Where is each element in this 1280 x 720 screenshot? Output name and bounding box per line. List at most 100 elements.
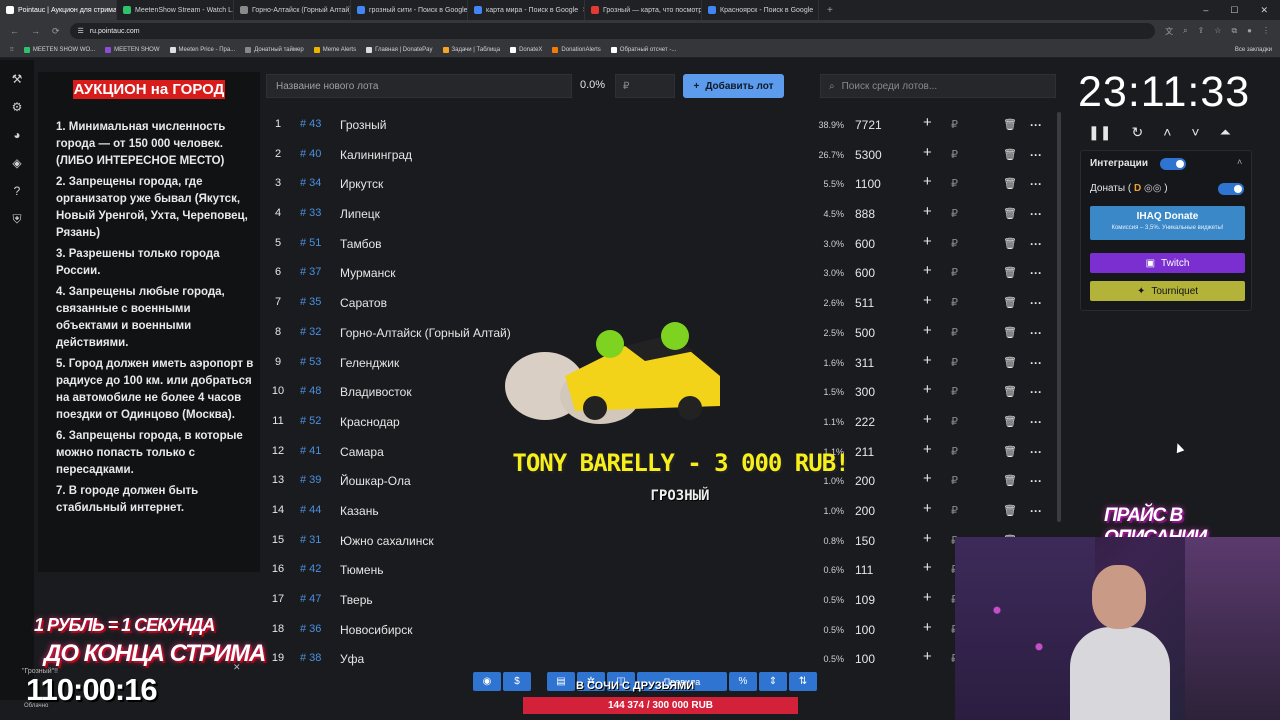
chevron-up-icon[interactable]: ˄ — [1163, 124, 1171, 141]
double-chevron-up-icon[interactable]: ⏶ — [1220, 124, 1231, 141]
lot-name[interactable]: Самара — [340, 445, 384, 459]
add-amount-icon[interactable]: + — [923, 500, 932, 517]
lot-amount[interactable]: 109 — [855, 593, 875, 607]
delete-icon[interactable]: 🗑 — [1003, 118, 1017, 131]
lot-amount[interactable]: 1100 — [855, 177, 881, 191]
add-amount-icon[interactable]: + — [923, 144, 932, 161]
bookmark-item[interactable]: Задачи | Таблица — [442, 46, 500, 53]
delete-icon[interactable]: 🗑 — [1003, 266, 1017, 279]
delete-icon[interactable]: 🗑 — [1003, 296, 1017, 309]
delete-icon[interactable]: 🗑 — [1003, 415, 1017, 428]
zoom-icon[interactable]: ⌕ — [1183, 26, 1187, 37]
collapse-icon[interactable]: ˄ — [1237, 157, 1242, 167]
add-amount-icon[interactable]: + — [923, 530, 932, 547]
add-amount-icon[interactable]: + — [923, 203, 932, 220]
twitch-button[interactable]: ▣ Twitch — [1090, 253, 1245, 273]
apps-icon[interactable]: ⁝⁝ — [10, 46, 14, 53]
more-icon[interactable]: ··· — [1030, 445, 1042, 459]
lot-name[interactable]: Уфа — [340, 652, 364, 666]
lot-amount[interactable]: 500 — [855, 326, 875, 340]
github-icon[interactable]: ◉ — [473, 672, 501, 691]
more-icon[interactable]: ··· — [1030, 266, 1042, 280]
reload-icon[interactable]: ⟳ — [52, 26, 60, 37]
menu-icon[interactable]: ⋮ — [1262, 26, 1270, 37]
lot-name[interactable]: Казань — [340, 504, 379, 518]
bookmark-star-icon[interactable]: ☆ — [1214, 26, 1221, 37]
lot-amount[interactable]: 888 — [855, 207, 875, 221]
add-amount-icon[interactable]: + — [923, 352, 932, 369]
browser-tab[interactable]: грозный сити - Поиск в Google✕ — [351, 0, 468, 20]
lot-amount[interactable]: 211 — [855, 445, 874, 459]
bookmark-item[interactable]: Обратный отсчет -... — [610, 46, 676, 53]
lot-amount[interactable]: 100 — [855, 652, 875, 666]
lot-amount[interactable]: 222 — [855, 415, 875, 429]
add-amount-icon[interactable]: + — [923, 292, 932, 309]
translate-icon[interactable]: 文 — [1165, 26, 1173, 37]
more-icon[interactable]: ··· — [1030, 326, 1042, 340]
wheel-icon[interactable]: ◕ — [13, 128, 20, 142]
lot-amount[interactable]: 311 — [855, 356, 874, 370]
tourniquet-button[interactable]: ✦ Tourniquet — [1090, 281, 1245, 301]
add-amount-icon[interactable]: + — [923, 173, 932, 190]
chevron-down-icon[interactable]: ˅ — [1191, 124, 1199, 141]
site-info-icon[interactable]: ☰ — [78, 27, 84, 35]
lot-search-input[interactable]: ⌕ Поиск среди лотов... — [820, 74, 1056, 98]
delete-icon[interactable]: 🗑 — [1003, 207, 1017, 220]
add-amount-icon[interactable]: + — [923, 411, 932, 428]
lot-name[interactable]: Новосибирск — [340, 623, 412, 637]
profile-avatar[interactable]: ● — [1247, 26, 1252, 37]
browser-tab[interactable]: карта мира - Поиск в Google✕ — [468, 0, 585, 20]
browser-tab[interactable]: MeetenShow Stream - Watch L...✕ — [117, 0, 234, 20]
add-amount-icon[interactable]: + — [923, 233, 932, 250]
lots-scrollbar[interactable] — [1057, 112, 1061, 522]
lot-name[interactable]: Калининград — [340, 148, 412, 162]
share-icon[interactable]: ⇪ — [1198, 26, 1205, 37]
more-icon[interactable]: ··· — [1030, 207, 1042, 221]
lot-name[interactable]: Краснодар — [340, 415, 400, 429]
delete-icon[interactable]: 🗑 — [1003, 177, 1017, 190]
new-lot-input[interactable]: Название нового лота — [266, 74, 572, 98]
more-icon[interactable]: ··· — [1030, 118, 1042, 132]
lot-name[interactable]: Саратов — [340, 296, 387, 310]
lot-amount[interactable]: 300 — [855, 385, 875, 399]
sort-icon[interactable]: ⇅ — [789, 672, 817, 691]
browser-tab[interactable]: Pointauc | Аукцион для стрима✕ — [0, 0, 117, 20]
settings-icon[interactable]: ⚙ — [12, 100, 23, 114]
add-amount-icon[interactable]: + — [923, 381, 932, 398]
delete-icon[interactable]: 🗑 — [1003, 326, 1017, 339]
split-icon[interactable]: ⇕ — [759, 672, 787, 691]
all-bookmarks-link[interactable]: Все закладки — [1235, 47, 1280, 53]
integrations-toggle[interactable] — [1160, 158, 1186, 170]
lot-amount[interactable]: 5300 — [855, 148, 882, 162]
bookmark-item[interactable]: Донатный таймер — [245, 46, 304, 53]
bookmark-item[interactable]: Meeten Price - Пра... — [169, 46, 235, 53]
browser-tab[interactable]: Красноярск - Поиск в Google✕ — [702, 0, 819, 20]
lot-name[interactable]: Грозный — [340, 118, 387, 132]
lot-name[interactable]: Владивосток — [340, 385, 412, 399]
lot-amount[interactable]: 200 — [855, 474, 875, 488]
forward-icon[interactable]: → — [31, 26, 40, 37]
auction-icon[interactable]: ⚒ — [12, 72, 23, 86]
lot-name[interactable]: Южно сахалинск — [340, 534, 434, 548]
delete-icon[interactable]: 🗑 — [1003, 474, 1017, 487]
lot-amount[interactable]: 511 — [855, 296, 874, 310]
bookmark-item[interactable]: Meme Alerts — [313, 46, 356, 53]
minimize-icon[interactable]: – — [1203, 5, 1208, 16]
add-amount-icon[interactable]: + — [923, 648, 932, 665]
bookmark-item[interactable]: DonateX — [510, 46, 542, 53]
lot-name[interactable]: Липецк — [340, 207, 380, 221]
new-lot-amount-input[interactable]: ₽ — [615, 74, 675, 98]
add-amount-icon[interactable]: + — [923, 441, 932, 458]
lot-name[interactable]: Тамбов — [340, 237, 382, 251]
bookmark-item[interactable]: Главная | DonatePay — [366, 46, 433, 53]
delete-icon[interactable]: 🗑 — [1003, 504, 1017, 517]
lot-amount[interactable]: 600 — [855, 266, 875, 280]
more-icon[interactable]: ··· — [1030, 177, 1042, 191]
add-amount-icon[interactable]: + — [923, 559, 932, 576]
add-amount-icon[interactable]: + — [923, 114, 932, 131]
lot-amount[interactable]: 7721 — [855, 118, 882, 132]
lot-amount[interactable]: 150 — [855, 534, 875, 548]
delete-icon[interactable]: 🗑 — [1003, 445, 1017, 458]
shield-icon[interactable]: ⛨ — [12, 212, 21, 227]
add-amount-icon[interactable]: + — [923, 262, 932, 279]
